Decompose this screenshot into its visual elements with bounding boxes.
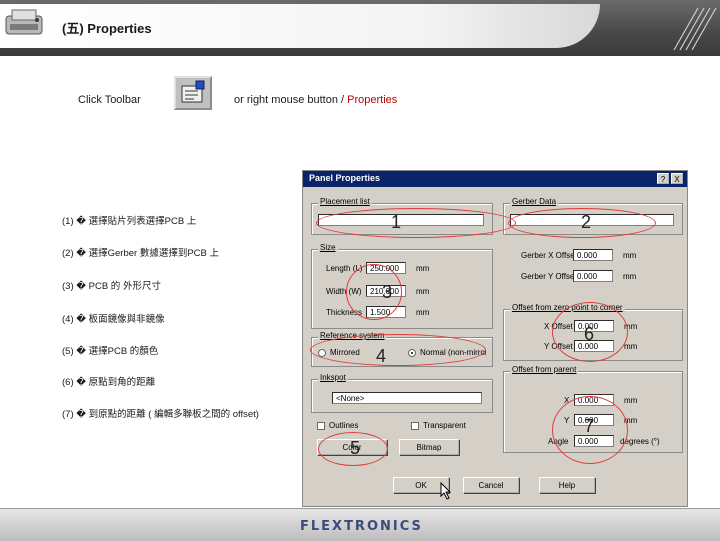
inkspot-select[interactable]: <None> <box>332 392 482 404</box>
help-button[interactable]: Help <box>539 477 595 493</box>
mouse-cursor-icon <box>440 482 452 500</box>
outlines-checkbox[interactable] <box>317 422 325 430</box>
transparent-label: Transparent <box>423 421 466 430</box>
width-unit: mm <box>416 287 430 296</box>
list-item-4: (4) � 板面鏡像與非鏡像 <box>62 314 165 325</box>
placement-list-label: Placement list <box>318 197 372 206</box>
list-item-7: (7) � 到原點的距離 ( 編輯多聯板之間的 offset) <box>62 409 259 420</box>
decorative-lines-icon <box>673 7 717 51</box>
yoffset-unit: mm <box>624 342 638 351</box>
callout-number-1: 1 <box>391 212 402 232</box>
gerber-y-field[interactable]: 0.000 <box>573 270 613 282</box>
size-group: Size Length (L) 250.000 mm Width (W) 210… <box>311 243 493 329</box>
properties-toolbar-button[interactable] <box>174 76 212 110</box>
page-title: (五) Properties <box>62 21 152 36</box>
list-item-2: (2) � 選擇Gerber 數據選擇到PCB 上 <box>62 248 220 259</box>
printer-logo-icon <box>5 9 43 35</box>
close-button[interactable]: X <box>671 173 683 184</box>
gerber-x-label: Gerber X Offset <box>521 251 577 260</box>
callout-number-5: 5 <box>350 438 361 458</box>
bitmap-button[interactable]: Bitmap <box>399 439 459 455</box>
callout-ellipse-4 <box>310 334 486 366</box>
callout-ellipse-1 <box>316 208 516 238</box>
gerber-x-field[interactable]: 0.000 <box>573 249 613 261</box>
gerber-data-label: Gerber Data <box>510 197 559 206</box>
list-item-1: (1) � 選擇貼片列表選擇PCB 上 <box>62 216 197 227</box>
callout-number-6: 6 <box>584 324 595 344</box>
thickness-unit: mm <box>416 308 430 317</box>
inkspot-label: Inkspot <box>318 373 348 382</box>
gerber-y-label: Gerber Y Offset <box>521 272 577 281</box>
callout-number-3: 3 <box>382 282 393 302</box>
callout-number-4: 4 <box>376 346 387 366</box>
list-item-6: (6) � 原點到角的距離 <box>62 377 156 388</box>
callout-number-2: 2 <box>581 212 592 232</box>
or-right-label: or right mouse button / <box>234 94 348 106</box>
cancel-button[interactable]: Cancel <box>463 477 519 493</box>
callout-ellipse-3 <box>346 264 402 320</box>
footer-brand: FLEXTRONICS <box>300 519 423 534</box>
transparent-checkbox[interactable] <box>411 422 419 430</box>
right-mouse-text: or right mouse button / Properties <box>234 94 397 106</box>
dialog-title-bar: Panel Properties ? X <box>303 171 687 187</box>
list-item-3: (3) � PCB 的 外形尺寸 <box>62 281 161 292</box>
x-unit: mm <box>624 396 638 405</box>
offset-parent-label: Offset from parent <box>510 365 579 374</box>
callout-number-7: 7 <box>584 416 595 436</box>
list-item-5: (5) � 選擇PCB 的顏色 <box>62 346 159 357</box>
inkspot-group: Inkspot <None> <box>311 373 493 413</box>
outlines-label: Outlines <box>329 421 359 430</box>
help-title-button[interactable]: ? <box>657 173 669 184</box>
size-label: Size <box>318 243 338 252</box>
length-unit: mm <box>416 264 430 273</box>
gerber-x-unit: mm <box>623 251 637 260</box>
properties-icon <box>181 80 205 103</box>
dialog-title: Panel Properties <box>309 173 381 183</box>
gerber-y-unit: mm <box>623 272 637 281</box>
properties-label: Properties <box>347 94 398 106</box>
click-toolbar-text: Click Toolbar <box>78 94 141 106</box>
